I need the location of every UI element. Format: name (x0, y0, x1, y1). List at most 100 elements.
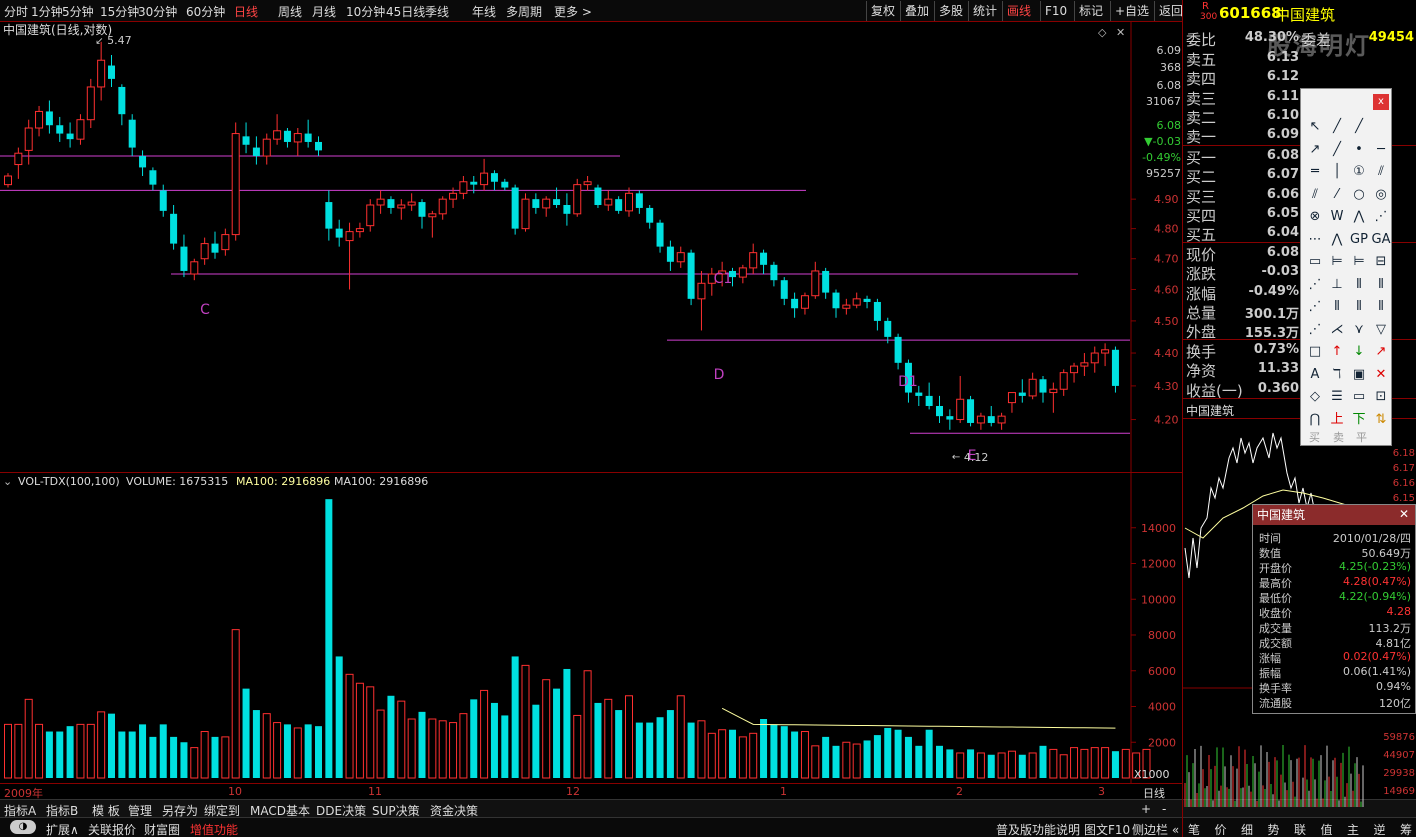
toolbar-button[interactable]: 画线 (1002, 1, 1031, 21)
draw-tool-icon[interactable]: □ (1305, 342, 1325, 362)
bottom-link[interactable]: 扩展∧ (46, 821, 79, 837)
diamond-icon[interactable]: ◇ (1098, 26, 1107, 39)
tooltip-close-icon[interactable]: ✕ (1399, 507, 1409, 521)
draw-tool-icon[interactable]: ↓ (1349, 342, 1369, 362)
period-tab[interactable]: 分时 (4, 3, 28, 20)
draw-tool-icon[interactable]: ⋂ (1305, 410, 1325, 430)
plus-button[interactable]: + (1141, 802, 1151, 816)
bottom-link[interactable]: 关联报价 (88, 821, 136, 837)
period-tab[interactable]: 60分钟 (186, 3, 225, 20)
draw-tool-icon[interactable]: ⋀ (1349, 207, 1369, 227)
draw-tool-icon[interactable]: 上 (1327, 410, 1347, 430)
draw-tool-icon[interactable]: ╱ (1349, 117, 1369, 137)
period-tab[interactable]: 5分钟 (62, 3, 94, 20)
drawing-toolbox[interactable]: x ↖ ╱ ╱ ↗ ╱ • ─ ═ │ ① ⫽ ⫽ ⁄ ○ ◎ ⊗ W ⋀ ⋰ ⋯ ⋀ GP GA ▭ ⊨ ⊨ ⊟ ⋰ ⊥ ⫴ ⫴ ⋰ ⫴ ⫴ ⫴ ⋰… (1300, 88, 1392, 446)
draw-tool-icon[interactable]: ▽ (1371, 320, 1391, 340)
toggle-icon[interactable]: ◑ (10, 820, 36, 834)
period-tab[interactable]: 多周期 (506, 3, 542, 20)
draw-tool-icon[interactable]: ⇅ (1371, 410, 1391, 430)
draw-tool-icon[interactable]: 下 (1349, 410, 1369, 430)
toolbar-button[interactable]: 标记 (1074, 1, 1103, 21)
draw-tool-icon[interactable]: ╱ (1327, 140, 1347, 160)
draw-tool-icon[interactable]: ① (1349, 162, 1369, 182)
sell-tool-label[interactable]: 卖 (1333, 429, 1344, 445)
period-tab[interactable]: 1分钟 (31, 3, 63, 20)
period-tab[interactable]: 45日线 (386, 3, 425, 20)
draw-tool-icon[interactable]: ⊟ (1371, 252, 1391, 272)
period-tab[interactable]: 周线 (278, 3, 302, 20)
draw-tool-icon[interactable]: ☰ (1327, 387, 1347, 407)
draw-tool-icon[interactable]: ─ (1371, 140, 1391, 160)
draw-tool-icon[interactable]: GP (1349, 230, 1369, 250)
draw-tool-icon[interactable]: ⊨ (1327, 252, 1347, 272)
draw-tool-icon[interactable]: ⋰ (1371, 207, 1391, 227)
flat-tool-label[interactable]: 平 (1356, 429, 1367, 445)
period-tab[interactable]: 季线 (425, 3, 449, 20)
period-tab[interactable]: 30分钟 (138, 3, 177, 20)
period-tab[interactable]: 15分钟 (100, 3, 139, 20)
draw-tool-icon[interactable]: ↗ (1305, 140, 1325, 160)
draw-tool-icon[interactable]: ↗ (1371, 342, 1391, 362)
toolbar-button[interactable]: 叠加 (900, 1, 929, 21)
toolbar-button[interactable]: 复权 (866, 1, 895, 21)
draw-tool-icon[interactable]: ╱ (1327, 117, 1347, 137)
draw-tool-icon[interactable]: ⋰ (1305, 320, 1325, 340)
draw-tool-icon[interactable]: ↖ (1305, 117, 1325, 137)
bottom-right-link[interactable]: 图文F10 (1084, 821, 1130, 837)
toolbox-close-button[interactable]: x (1373, 94, 1389, 110)
draw-tool-icon[interactable]: ✕ (1371, 365, 1391, 385)
toolbar-button[interactable]: 多股 (934, 1, 963, 21)
draw-tool-icon[interactable]: ⫽ (1371, 162, 1391, 182)
draw-tool-icon[interactable]: ⫴ (1371, 275, 1391, 295)
draw-tool-icon[interactable]: • (1349, 140, 1369, 160)
toolbar-button[interactable]: 统计 (968, 1, 997, 21)
toolbar-button[interactable]: +自选 (1110, 1, 1149, 21)
draw-tool-icon[interactable]: ⁄ (1327, 185, 1347, 205)
period-tab[interactable]: 年线 (472, 3, 496, 20)
period-tab[interactable]: 10分钟 (346, 3, 385, 20)
toolbar-button[interactable]: F10 (1040, 1, 1067, 21)
draw-tool-icon[interactable]: ▣ (1349, 365, 1369, 385)
period-tab[interactable]: 月线 (312, 3, 336, 20)
draw-tool-icon[interactable]: ◇ (1305, 387, 1325, 407)
draw-tool-icon[interactable]: ⫴ (1327, 297, 1347, 317)
period-tab[interactable]: 日线 (234, 3, 258, 20)
draw-tool-icon[interactable]: ◎ (1371, 185, 1391, 205)
bottom-link[interactable]: 财富圈 (144, 821, 180, 837)
toolbar-button[interactable]: 返回 (1154, 1, 1183, 21)
draw-tool-icon[interactable]: ▭ (1349, 387, 1369, 407)
draw-tool-icon[interactable]: ▭ (1305, 252, 1325, 272)
draw-tool-icon[interactable]: ⋰ (1305, 275, 1325, 295)
draw-tool-icon[interactable]: │ (1327, 162, 1347, 182)
bottom-link[interactable]: 增值功能 (190, 821, 238, 837)
draw-tool-icon[interactable]: ⊨ (1349, 252, 1369, 272)
draw-tool-icon[interactable]: ⋌ (1327, 320, 1347, 340)
draw-tool-icon[interactable]: ⋯ (1305, 230, 1325, 250)
draw-tool-icon[interactable]: ═ (1305, 162, 1325, 182)
volume-chart[interactable]: ⌄ VOL-TDX(100,100) VOLUME: 1675315 MA100… (0, 472, 1182, 783)
close-icon[interactable]: ✕ (1116, 26, 1125, 39)
draw-tool-icon[interactable]: ⊡ (1371, 387, 1391, 407)
bottom-right-link[interactable]: 侧边栏 « (1132, 821, 1179, 837)
draw-tool-icon[interactable]: ⋰ (1305, 297, 1325, 317)
draw-tool-icon[interactable]: ⫴ (1349, 297, 1369, 317)
period-tab[interactable]: 更多 > (554, 3, 592, 20)
collapse-icon[interactable]: ⌄ (3, 475, 12, 488)
draw-tool-icon[interactable]: W (1327, 207, 1347, 227)
draw-tool-icon[interactable]: GA (1371, 230, 1391, 250)
draw-tool-icon[interactable]: ⋀ (1327, 230, 1347, 250)
draw-tool-icon[interactable]: ○ (1349, 185, 1369, 205)
draw-tool-icon[interactable]: ⫴ (1371, 297, 1391, 317)
bottom-right-link[interactable]: 普及版功能说明 (996, 821, 1080, 837)
candlestick-chart[interactable]: 中国建筑(日线,对数) ◇ ✕ 4.90 4.80 4.70 4.60 4.50 4.40… (0, 22, 1182, 472)
buy-tool-label[interactable]: 买 (1309, 429, 1320, 445)
draw-tool-icon[interactable]: ⊗ (1305, 207, 1325, 227)
draw-tool-icon[interactable]: ⋎ (1349, 320, 1369, 340)
draw-tool-icon[interactable]: ⫽ (1305, 185, 1325, 205)
draw-tool-icon[interactable]: A (1305, 365, 1325, 385)
minus-button[interactable]: - (1162, 802, 1166, 816)
draw-tool-icon[interactable]: ↑ (1327, 342, 1347, 362)
draw-tool-icon[interactable]: ℸ (1327, 365, 1347, 385)
draw-tool-icon[interactable]: ⊥ (1327, 275, 1347, 295)
draw-tool-icon[interactable]: ⫴ (1349, 275, 1369, 295)
